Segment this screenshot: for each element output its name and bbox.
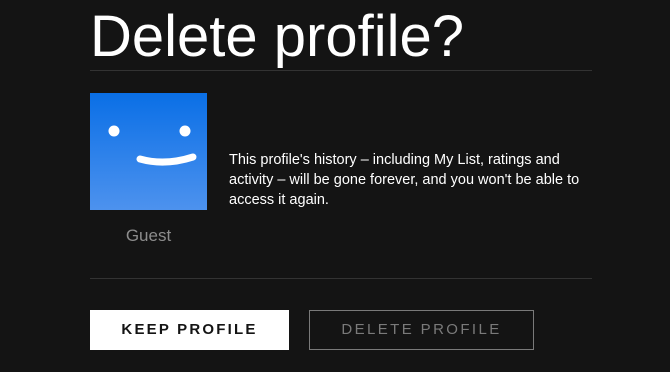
keep-profile-button[interactable]: KEEP PROFILE [90, 310, 289, 350]
delete-warning-message: This profile's history – including My Li… [229, 152, 580, 208]
top-divider [90, 70, 592, 71]
profile-name: Guest [125, 226, 172, 245]
page-title: Delete profile? [90, 4, 464, 69]
delete-profile-page: Delete profile? Guest This profile's his… [0, 0, 670, 372]
profile-avatar [90, 93, 207, 210]
bottom-divider [90, 278, 592, 279]
delete-profile-button[interactable]: DELETE PROFILE [309, 310, 534, 350]
smiley-face-icon [108, 125, 197, 166]
